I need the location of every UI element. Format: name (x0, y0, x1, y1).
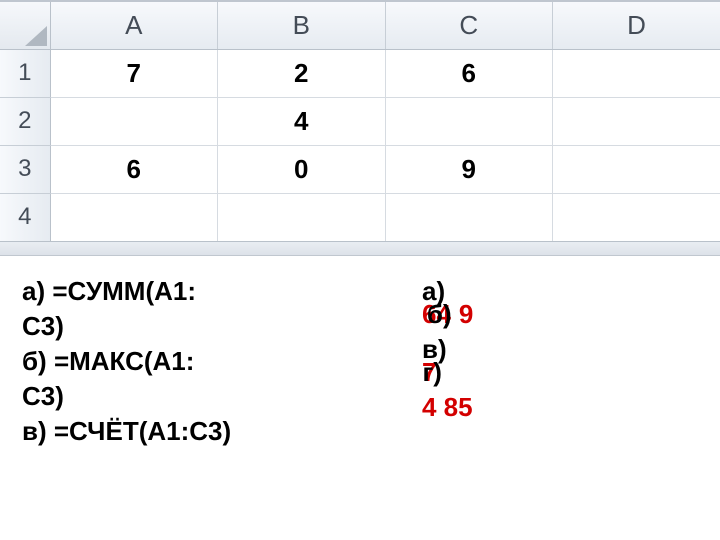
row-header-3[interactable]: 3 (0, 145, 50, 193)
answer-b-label: б) (427, 299, 452, 329)
col-header-c[interactable]: C (385, 1, 553, 49)
cell-a3[interactable]: 6 (50, 145, 218, 193)
cell-a4[interactable] (50, 193, 218, 241)
answer-a-b-overlap: 64б) 9 (422, 297, 698, 332)
cell-b4[interactable] (218, 193, 386, 241)
question-b-line1: б) =МАКС(А1: (22, 344, 382, 379)
answer-g-value: 4 85 (422, 390, 698, 425)
cell-d1[interactable] (553, 49, 720, 97)
cell-c3[interactable]: 9 (385, 145, 553, 193)
col-header-d[interactable]: D (553, 1, 720, 49)
question-a-line2: С3) (22, 309, 382, 344)
question-a-line1: а) =СУММ(А1: (22, 274, 382, 309)
row-header-1[interactable]: 1 (0, 49, 50, 97)
answer-v-g-overlap: 7г) (422, 355, 698, 390)
row-header-4[interactable]: 4 (0, 193, 50, 241)
cell-d3[interactable] (553, 145, 720, 193)
cell-b3[interactable]: 0 (218, 145, 386, 193)
cell-b1[interactable]: 2 (218, 49, 386, 97)
cell-a2[interactable] (50, 97, 218, 145)
answer-b-value: 9 (452, 299, 474, 329)
cell-c1[interactable]: 6 (385, 49, 553, 97)
annotation-area: а) =СУММ(А1: С3) б) =МАКС(А1: С3) в) =СЧ… (0, 256, 720, 449)
sheet-bottom-strip (0, 242, 720, 256)
cell-b2[interactable]: 4 (218, 97, 386, 145)
cell-c4[interactable] (385, 193, 553, 241)
spreadsheet-grid[interactable]: A B C D 1 7 2 6 2 4 3 6 0 9 4 (0, 0, 720, 242)
cell-c2[interactable] (385, 97, 553, 145)
cell-d4[interactable] (553, 193, 720, 241)
cell-a1[interactable]: 7 (50, 49, 218, 97)
questions-column: а) =СУММ(А1: С3) б) =МАКС(А1: С3) в) =СЧ… (22, 274, 382, 449)
col-header-a[interactable]: A (50, 1, 218, 49)
select-all-corner[interactable] (0, 1, 50, 49)
row-header-2[interactable]: 2 (0, 97, 50, 145)
question-c-partial: в) =СЧЁТ(А1:С3) (22, 414, 382, 449)
cell-d2[interactable] (553, 97, 720, 145)
answers-column: а) 64б) 9 в) 7г) 4 85 (422, 274, 698, 449)
col-header-b[interactable]: B (218, 1, 386, 49)
answer-g-label: г) (422, 357, 442, 387)
question-b-line2: С3) (22, 379, 382, 414)
